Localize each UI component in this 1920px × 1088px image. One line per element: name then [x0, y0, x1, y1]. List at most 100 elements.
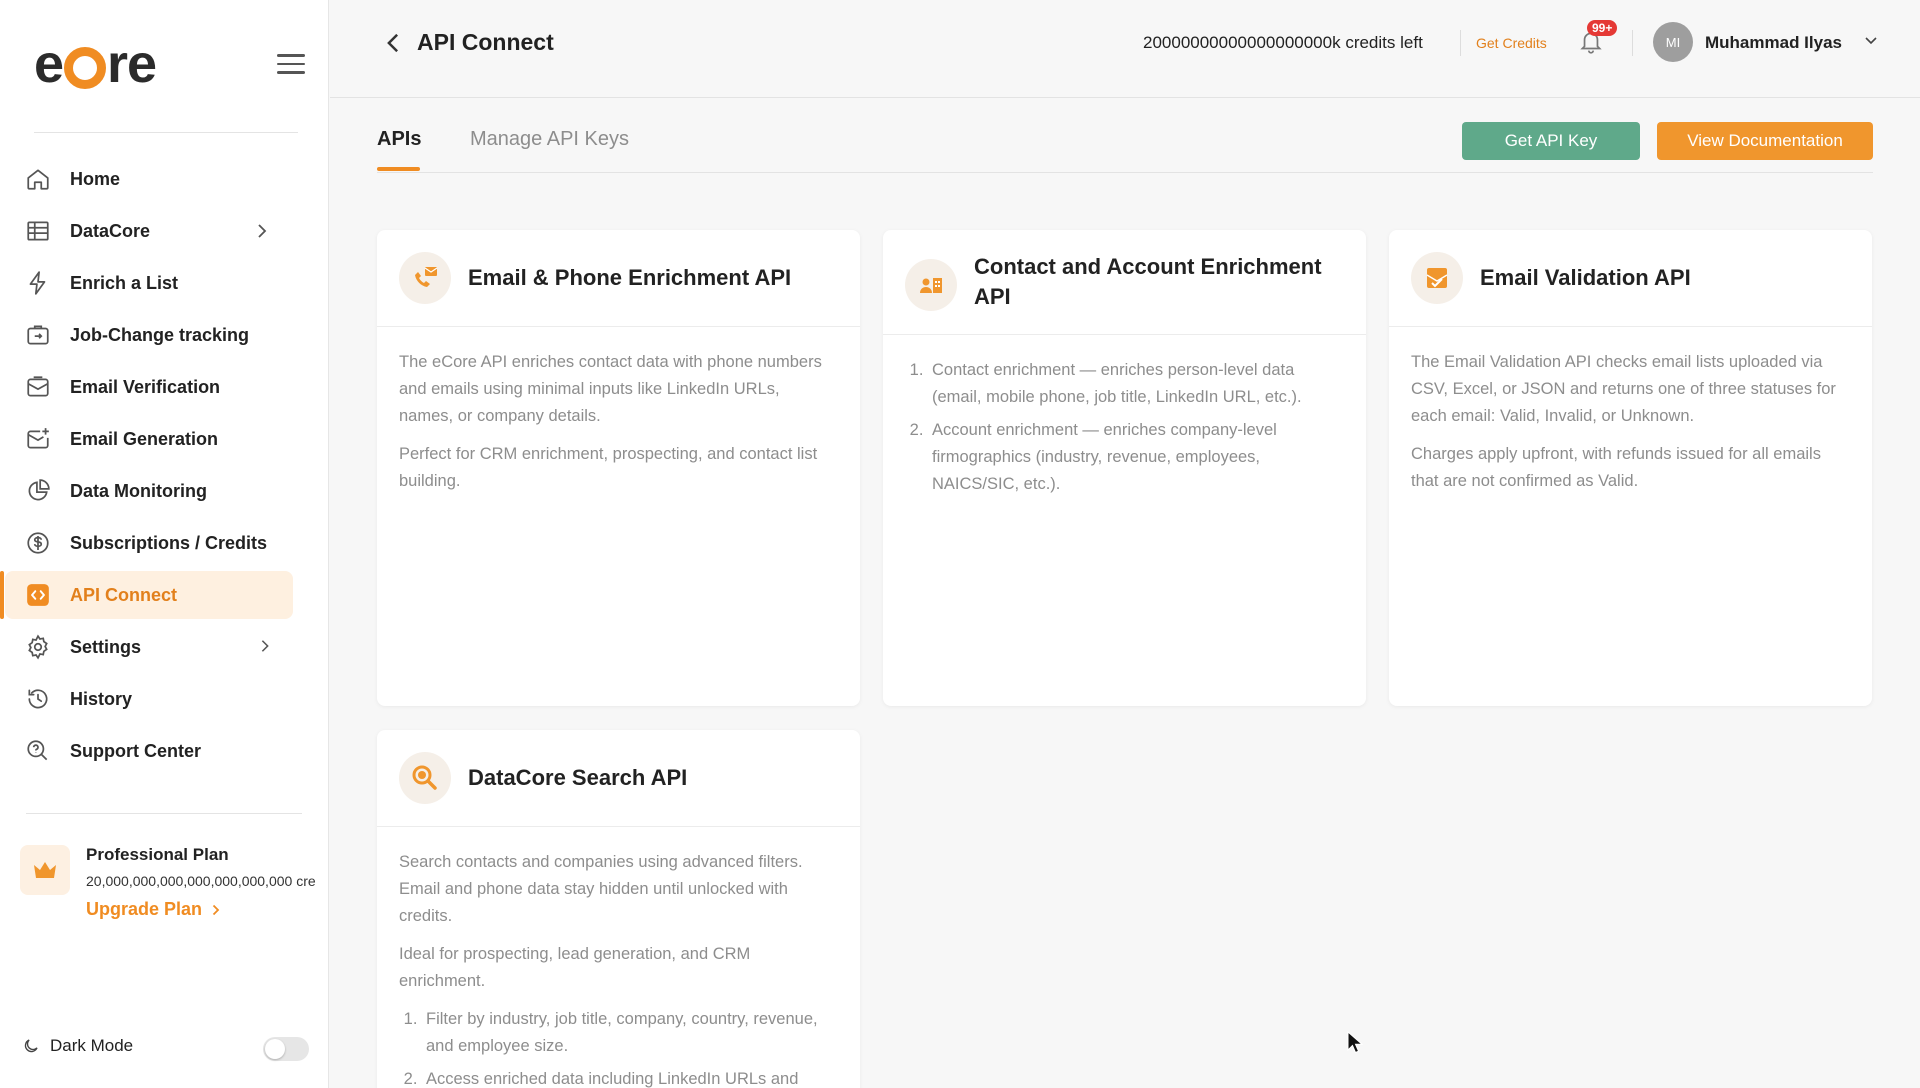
list-item: Filter by industry, job title, company, … — [422, 1006, 838, 1060]
api-card-email-validation[interactable]: Email Validation API The Email Validatio… — [1389, 230, 1872, 706]
avatar[interactable]: MI — [1653, 22, 1693, 62]
list-item: Contact enrichment — enriches person-lev… — [928, 357, 1344, 411]
card-paragraph: Perfect for CRM enrichment, prospecting,… — [399, 445, 818, 490]
plan-credits: 20,000,000,000,000,000,000,000 cre — [86, 873, 316, 889]
api-card-datacore-search[interactable]: DataCore Search API Search contacts and … — [377, 730, 860, 1088]
home-icon — [24, 165, 52, 193]
sidebar-item-support-center[interactable]: Support Center — [0, 727, 329, 775]
sidebar-item-label: DataCore — [70, 220, 151, 241]
sidebar-item-subscriptions[interactable]: Subscriptions / Credits — [0, 519, 329, 567]
upgrade-plan-link[interactable]: Upgrade Plan — [86, 899, 220, 920]
support-icon — [24, 737, 52, 765]
sidebar-divider — [34, 132, 298, 133]
list-item: Account enrichment — enriches company-le… — [928, 417, 1344, 498]
list-item: Access enriched data including LinkedIn … — [422, 1066, 838, 1088]
crown-icon — [20, 845, 70, 895]
tab-manage-api-keys[interactable]: Manage API Keys — [470, 128, 629, 151]
sidebar-item-home[interactable]: Home — [0, 155, 329, 203]
api-card-email-phone[interactable]: Email & Phone Enrichment API The eCore A… — [377, 230, 860, 706]
sidebar-item-label: API Connect — [70, 584, 178, 605]
card-body: Contact enrichment — enriches person-lev… — [883, 335, 1366, 498]
logo-ring — [64, 47, 107, 89]
sidebar: e re Home DataCore Enrich a List Job-Cha… — [0, 0, 329, 1088]
sidebar-item-data-monitoring[interactable]: Data Monitoring — [0, 467, 329, 515]
card-header: Email Validation API — [1389, 230, 1872, 327]
toggle-knob — [265, 1039, 285, 1059]
sidebar-item-label: Subscriptions / Credits — [70, 532, 268, 553]
api-card-contact-account[interactable]: Contact and Account Enrichment API Conta… — [883, 230, 1366, 706]
ecore-logo[interactable]: e re — [34, 34, 157, 94]
sidebar-item-history[interactable]: History — [0, 675, 329, 723]
card-paragraph: Charges apply upfront, with refunds issu… — [1411, 445, 1821, 490]
sidebar-item-label: Email Generation — [70, 428, 219, 449]
card-paragraph: Ideal for prospecting, lead generation, … — [399, 945, 751, 990]
card-paragraph: Search contacts and companies using adva… — [399, 853, 803, 925]
header-divider — [1460, 30, 1461, 56]
card-title: Contact and Account Enrichment API — [974, 254, 1322, 309]
sidebar-item-settings[interactable]: Settings — [0, 623, 329, 671]
user-name[interactable]: Muhammad Ilyas — [1705, 33, 1842, 53]
view-documentation-button[interactable]: View Documentation — [1657, 122, 1873, 160]
briefcase-icon — [24, 321, 52, 349]
card-paragraph: The Email Validation API checks email li… — [1411, 353, 1836, 425]
sidebar-item-label: Settings — [70, 636, 142, 657]
dark-mode-toggle[interactable] — [263, 1037, 309, 1061]
card-body: The eCore API enriches contact data with… — [377, 327, 860, 495]
card-title: Email Validation API — [1480, 265, 1691, 290]
pie-chart-icon — [24, 477, 52, 505]
sidebar-item-label: History — [70, 688, 133, 709]
chevron-down-icon[interactable] — [1864, 36, 1878, 46]
card-list: Filter by industry, job title, company, … — [399, 1006, 838, 1088]
get-api-key-button[interactable]: Get API Key — [1462, 122, 1640, 160]
chevron-right-icon[interactable] — [255, 223, 269, 239]
get-credits-link[interactable]: Get Credits — [1476, 35, 1547, 51]
sidebar-item-label: Support Center — [70, 740, 202, 761]
code-icon — [24, 581, 52, 609]
sidebar-item-datacore[interactable]: DataCore — [0, 207, 329, 255]
card-body: The Email Validation API checks email li… — [1389, 327, 1872, 495]
card-title: DataCore Search API — [468, 765, 688, 790]
email-check-icon — [24, 373, 52, 401]
card-list: Contact enrichment — enriches person-lev… — [905, 357, 1344, 498]
moon-icon — [24, 1039, 38, 1053]
upgrade-plan-label: Upgrade Plan — [86, 899, 203, 919]
active-tab-indicator — [377, 167, 420, 171]
sidebar-item-label: Home — [70, 168, 121, 189]
mouse-cursor-icon — [1347, 1031, 1363, 1054]
card-title: Email & Phone Enrichment API — [468, 265, 792, 290]
hamburger-menu-icon[interactable] — [277, 54, 305, 74]
page-title: API Connect — [417, 29, 554, 55]
card-body: Search contacts and companies using adva… — [377, 827, 860, 1088]
sidebar-item-email-verification[interactable]: Email Verification — [0, 363, 329, 411]
tab-apis[interactable]: APIs — [377, 128, 421, 151]
gear-icon — [24, 633, 52, 661]
card-paragraph: The eCore API enriches contact data with… — [399, 353, 822, 425]
sidebar-item-label: Enrich a List — [70, 272, 179, 293]
sidebar-item-label: Data Monitoring — [70, 480, 207, 501]
sidebar-item-api-connect[interactable]: API Connect — [0, 571, 293, 619]
top-header: API Connect 20000000000000000000k credit… — [330, 0, 1920, 98]
plan-title: Professional Plan — [86, 845, 229, 864]
dark-mode-row: Dark Mode — [22, 1036, 133, 1056]
card-header: Email & Phone Enrichment API — [377, 230, 860, 327]
logo-letters-re: re — [107, 34, 157, 94]
sidebar-nav: Home DataCore Enrich a List Job-Change t… — [0, 155, 329, 779]
sidebar-item-email-generation[interactable]: Email Generation — [0, 415, 329, 463]
header-divider — [1632, 30, 1633, 56]
dark-mode-label: Dark Mode — [50, 1036, 134, 1055]
phone-email-icon — [399, 252, 451, 304]
table-icon — [24, 217, 52, 245]
sidebar-item-label: Email Verification — [70, 376, 221, 397]
sidebar-item-label: Job-Change tracking — [70, 324, 250, 345]
chevron-right-icon[interactable] — [259, 639, 271, 653]
chevron-right-icon — [212, 904, 220, 915]
back-arrow-icon[interactable] — [386, 32, 400, 54]
sidebar-item-job-change[interactable]: Job-Change tracking — [0, 311, 329, 359]
card-header: DataCore Search API — [377, 730, 860, 827]
sidebar-item-enrich-list[interactable]: Enrich a List — [0, 259, 329, 307]
dollar-icon — [24, 529, 52, 557]
notification-badge: 99+ — [1587, 20, 1618, 36]
tab-bar: APIs Manage API Keys Get API Key View Do… — [377, 98, 1873, 173]
history-icon — [24, 685, 52, 713]
lightning-icon — [24, 269, 52, 297]
